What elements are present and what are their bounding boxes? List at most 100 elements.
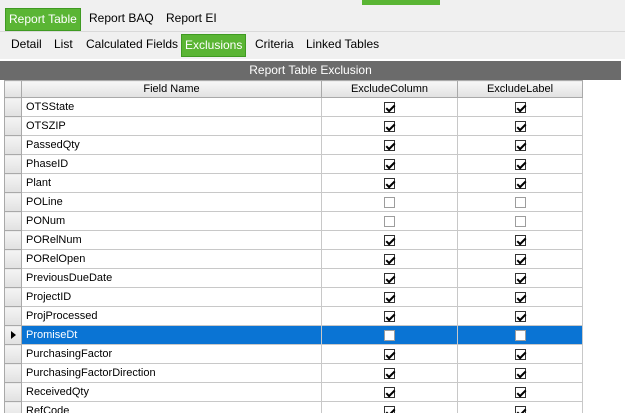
row-selector[interactable] [4,306,22,326]
field-name-cell[interactable]: ProjectID [21,287,322,307]
table-row[interactable]: ProjectID [4,287,583,307]
row-selector[interactable] [4,116,22,136]
exclude-column-checkbox[interactable] [384,215,395,227]
exclude-column-checkbox[interactable] [384,291,395,303]
field-name-cell[interactable]: PONum [21,211,322,231]
tab-list[interactable]: List [51,34,76,57]
table-row[interactable]: PurchasingFactor [4,344,583,364]
tab-detail[interactable]: Detail [8,34,45,57]
exclude-column-checkbox[interactable] [384,196,395,208]
exclude-column-checkbox[interactable] [384,348,395,360]
exclude-label-checkbox[interactable] [514,215,526,227]
tab-report-ei[interactable]: Report EI [163,8,220,31]
exclude-column-checkbox[interactable] [384,234,395,246]
row-selector[interactable] [4,97,22,117]
table-row[interactable]: POLine [4,192,583,212]
exclude-label-checkbox[interactable] [514,291,526,303]
table-row[interactable]: PhaseID [4,154,583,174]
exclude-column-checkbox[interactable] [384,158,395,170]
exclude-column-checkbox[interactable] [384,101,395,113]
tab-calculated-fields[interactable]: Calculated Fields [83,34,181,57]
tab-report-table[interactable]: Report Table [5,8,81,31]
tab-criteria[interactable]: Criteria [252,34,297,57]
field-name-cell[interactable]: PhaseID [21,154,322,174]
exclude-label-checkbox[interactable] [514,139,526,151]
row-selector[interactable] [4,192,22,212]
table-row[interactable]: OTSZIP [4,116,583,136]
column-header-exclude-column[interactable]: ExcludeColumn [321,80,458,98]
exclude-column-checkbox[interactable] [384,310,395,322]
exclude-label-checkbox[interactable] [514,234,526,246]
table-row[interactable]: PreviousDueDate [4,268,583,288]
field-name-cell[interactable]: PromiseDt [21,325,322,345]
table-row[interactable]: PromiseDt [4,325,583,345]
exclude-column-cell [321,344,458,364]
row-selector[interactable] [4,230,22,250]
row-selector[interactable] [4,363,22,383]
exclude-label-checkbox[interactable] [514,310,526,322]
row-selector[interactable] [4,173,22,193]
field-name-cell[interactable]: OTSState [21,97,322,117]
exclude-label-checkbox[interactable] [514,177,526,189]
table-row[interactable]: RefCode [4,401,583,413]
field-name-cell[interactable]: RefCode [21,401,322,413]
field-name-cell[interactable]: POLine [21,192,322,212]
column-header-field-name[interactable]: Field Name [21,80,322,98]
exclude-label-checkbox[interactable] [514,386,526,398]
exclude-label-checkbox[interactable] [514,405,526,413]
exclude-label-checkbox[interactable] [514,348,526,360]
exclude-column-checkbox[interactable] [384,386,395,398]
field-name-cell[interactable]: PurchasingFactor [21,344,322,364]
row-selector[interactable] [4,154,22,174]
field-name-cell[interactable]: ReceivedQty [21,382,322,402]
field-name-cell[interactable]: OTSZIP [21,116,322,136]
tab-report-baq[interactable]: Report BAQ [86,8,157,31]
table-row[interactable]: PORelNum [4,230,583,250]
row-selector[interactable] [4,344,22,364]
exclude-label-checkbox[interactable] [514,367,526,379]
exclude-column-checkbox[interactable] [384,329,395,341]
table-row[interactable]: Plant [4,173,583,193]
table-row[interactable]: PONum [4,211,583,231]
field-name-cell[interactable]: Plant [21,173,322,193]
exclude-label-cell [457,230,583,250]
exclude-label-checkbox[interactable] [514,253,526,265]
exclude-label-checkbox[interactable] [514,196,526,208]
exclude-column-checkbox[interactable] [384,139,395,151]
row-selector[interactable] [4,325,22,345]
table-row[interactable]: PORelOpen [4,249,583,269]
tab-linked-tables[interactable]: Linked Tables [303,34,382,57]
field-name-cell[interactable]: ProjProcessed [21,306,322,326]
exclude-column-checkbox[interactable] [384,272,395,284]
table-row[interactable]: PurchasingFactorDirection [4,363,583,383]
exclude-column-checkbox[interactable] [384,253,395,265]
field-name-cell[interactable]: PassedQty [21,135,322,155]
row-selector[interactable] [4,211,22,231]
exclude-column-cell [321,382,458,402]
exclude-column-checkbox[interactable] [384,177,395,189]
exclude-label-checkbox[interactable] [514,158,526,170]
exclude-label-checkbox[interactable] [514,120,526,132]
row-selector[interactable] [4,382,22,402]
column-header-exclude-label[interactable]: ExcludeLabel [457,80,583,98]
field-name-cell[interactable]: PurchasingFactorDirection [21,363,322,383]
exclude-column-checkbox[interactable] [384,367,395,379]
exclude-column-checkbox[interactable] [384,405,395,413]
exclude-column-checkbox[interactable] [384,120,395,132]
exclude-label-checkbox[interactable] [514,272,526,284]
row-selector[interactable] [4,249,22,269]
row-selector[interactable] [4,401,22,413]
field-name-cell[interactable]: PORelOpen [21,249,322,269]
row-selector[interactable] [4,135,22,155]
row-selector[interactable] [4,287,22,307]
exclude-label-checkbox[interactable] [514,329,526,341]
table-row[interactable]: PassedQty [4,135,583,155]
row-selector[interactable] [4,268,22,288]
field-name-cell[interactable]: PreviousDueDate [21,268,322,288]
exclude-label-checkbox[interactable] [514,101,526,113]
field-name-cell[interactable]: PORelNum [21,230,322,250]
table-row[interactable]: ReceivedQty [4,382,583,402]
table-row[interactable]: OTSState [4,97,583,117]
table-row[interactable]: ProjProcessed [4,306,583,326]
tab-exclusions[interactable]: Exclusions [181,34,247,57]
